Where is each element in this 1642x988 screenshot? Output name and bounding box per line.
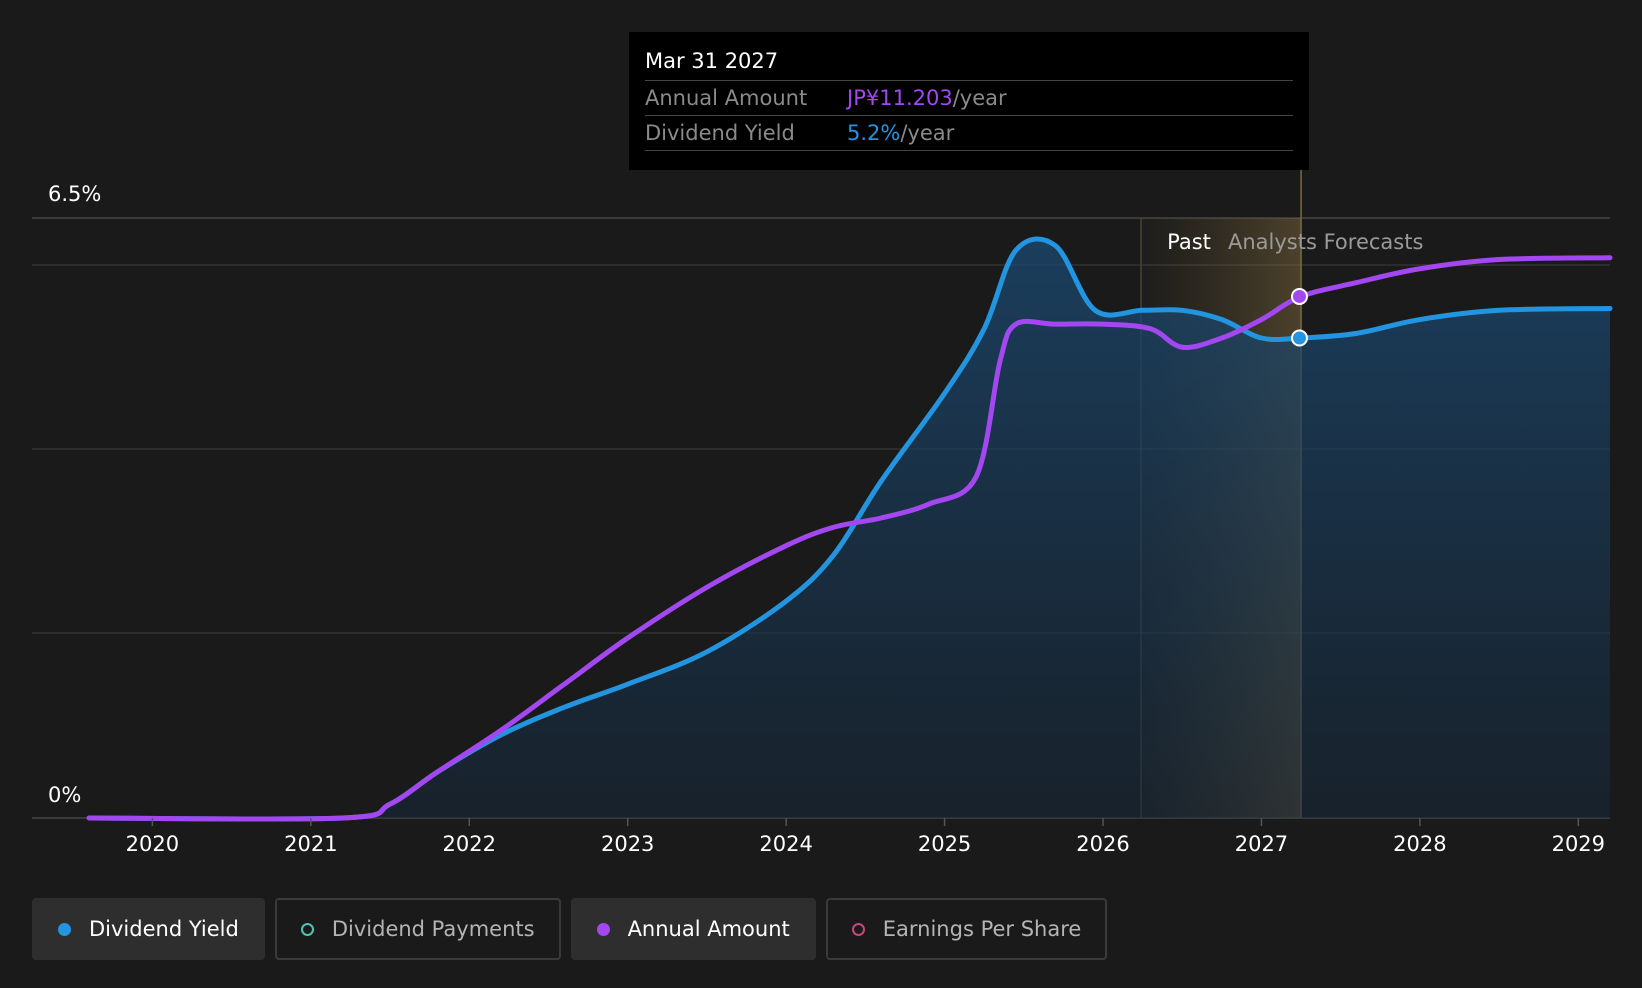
- tooltip-dividend-yield-value: 5.2%: [847, 121, 901, 145]
- x-tick-label: 2022: [443, 832, 496, 856]
- x-tick-label: 2021: [284, 832, 337, 856]
- legend-dot-icon: [596, 922, 610, 936]
- y-axis-label-top: 6.5%: [48, 182, 101, 206]
- tooltip-annual-amount-value: JP¥11.203: [847, 86, 953, 110]
- x-tick-label: 2023: [601, 832, 654, 856]
- x-tick-label: 2025: [918, 832, 971, 856]
- x-tick-label: 2027: [1235, 832, 1288, 856]
- annual-amount-hover-point: [1290, 287, 1308, 305]
- dividend-yield-hover-point: [1290, 329, 1308, 347]
- legend-dot-icon: [58, 922, 71, 936]
- tooltip-dividend-yield-unit: /year: [900, 121, 955, 145]
- legend-earnings-per-share[interactable]: Earnings Per Share: [825, 898, 1108, 960]
- tooltip-annual-amount-label: Annual Amount: [645, 86, 808, 110]
- legend-label: Dividend Payments: [331, 917, 535, 941]
- x-tick-label: 2028: [1393, 832, 1446, 856]
- past-label: Past: [1167, 230, 1211, 254]
- x-tick-label: 2024: [759, 832, 812, 856]
- x-tick-label: 2020: [126, 832, 179, 856]
- tooltip-dividend-yield-label: Dividend Yield: [645, 121, 795, 145]
- chart-tooltip: Mar 31 2027 Annual Amount JP¥11.203 /yea…: [629, 32, 1309, 170]
- tooltip-date: Mar 31 2027: [645, 46, 1293, 81]
- forecast-label: Analysts Forecasts: [1228, 230, 1423, 254]
- legend-label: Annual Amount: [627, 917, 790, 941]
- legend-dot-icon: [300, 922, 314, 936]
- legend-label: Earnings Per Share: [882, 917, 1082, 941]
- legend-annual-amount[interactable]: Annual Amount: [570, 898, 816, 960]
- legend-dividend-yield[interactable]: Dividend Yield: [32, 898, 265, 960]
- tooltip-annual-amount-unit: /year: [952, 86, 1007, 110]
- x-tick-label: 2029: [1552, 832, 1605, 856]
- chart-legend: Dividend Yield Dividend Payments Annual …: [32, 898, 1108, 960]
- legend-dot-icon: [851, 922, 865, 936]
- y-axis-label-bottom: 0%: [48, 783, 81, 807]
- tooltip-annual-amount-row: Annual Amount JP¥11.203 /year: [645, 81, 1293, 116]
- legend-label: Dividend Yield: [89, 917, 239, 941]
- x-tick-label: 2026: [1076, 832, 1129, 856]
- tooltip-dividend-yield-row: Dividend Yield 5.2% /year: [645, 116, 1293, 151]
- legend-dividend-payments[interactable]: Dividend Payments: [274, 898, 561, 960]
